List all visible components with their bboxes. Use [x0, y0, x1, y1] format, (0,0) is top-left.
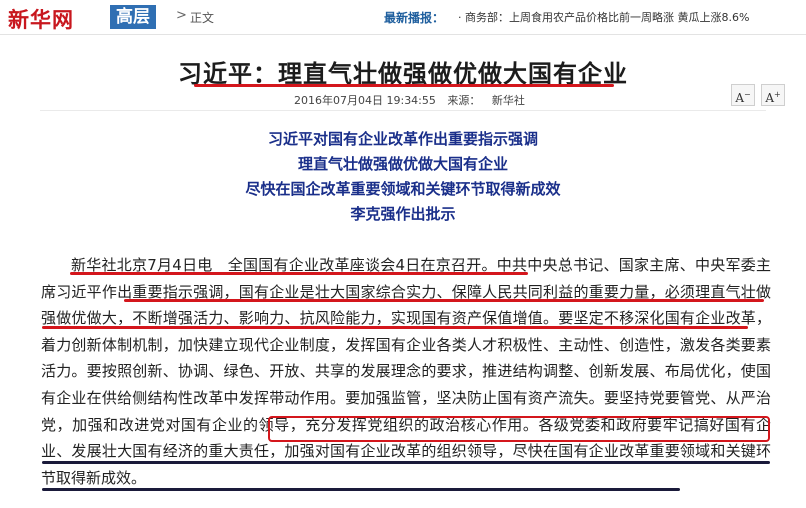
underline-annotation: [42, 488, 680, 491]
site-logo[interactable]: 新华网: [8, 4, 74, 34]
underline-annotation: [70, 272, 528, 275]
title-underline-annotation: [194, 84, 614, 87]
breadcrumb-current: 正文: [190, 11, 215, 25]
highlight-box-annotation: [268, 416, 770, 442]
subtitle-line: 理直气壮做强做优做大国有企业: [297, 155, 508, 173]
ticker-label: 最新播报：: [384, 11, 445, 25]
article-meta: 2016年07月04日 19:34:55 来源： 新华社: [294, 92, 533, 108]
font-increase-label: A: [765, 91, 774, 105]
channel-tag[interactable]: 高层: [110, 5, 156, 29]
underline-annotation: [42, 326, 748, 329]
source-label: 来源：: [447, 94, 481, 107]
top-bar: 新华网 高层 > 正文 最新播报： · 商务部：上周食用农产品价格比前一周略涨 …: [0, 0, 806, 35]
publish-date: 2016年07月04日 19:34:55: [294, 94, 436, 107]
subtitle-line: 习近平对国有企业改革作出重要指示强调: [267, 130, 538, 148]
subtitle-line: 尽快在国企改革重要领域和关键环节取得新成效: [245, 180, 561, 198]
font-decrease-label: A: [735, 91, 744, 105]
source-name: 新华社: [491, 94, 525, 107]
font-decrease-button[interactable]: A−: [731, 84, 755, 106]
font-increase-button[interactable]: A+: [761, 84, 785, 106]
article-subtitles: 习近平对国有企业改革作出重要指示强调 理直气壮做强做优做大国有企业 尽快在国企改…: [0, 127, 806, 227]
breadcrumb-separator: >: [176, 8, 187, 23]
underline-annotation: [42, 461, 770, 464]
ticker-headline-link[interactable]: · 商务部：上周食用农产品价格比前一周略涨 黄瓜上涨8.6%: [458, 9, 804, 25]
subtitle-line: 李克强作出批示: [350, 205, 456, 223]
title-divider: [40, 110, 766, 111]
article-body: 新华社北京7月4日电 全国国有企业改革座谈会4日在京召开。中共中央总书记、国家主…: [41, 256, 771, 487]
underline-annotation: [124, 299, 764, 302]
